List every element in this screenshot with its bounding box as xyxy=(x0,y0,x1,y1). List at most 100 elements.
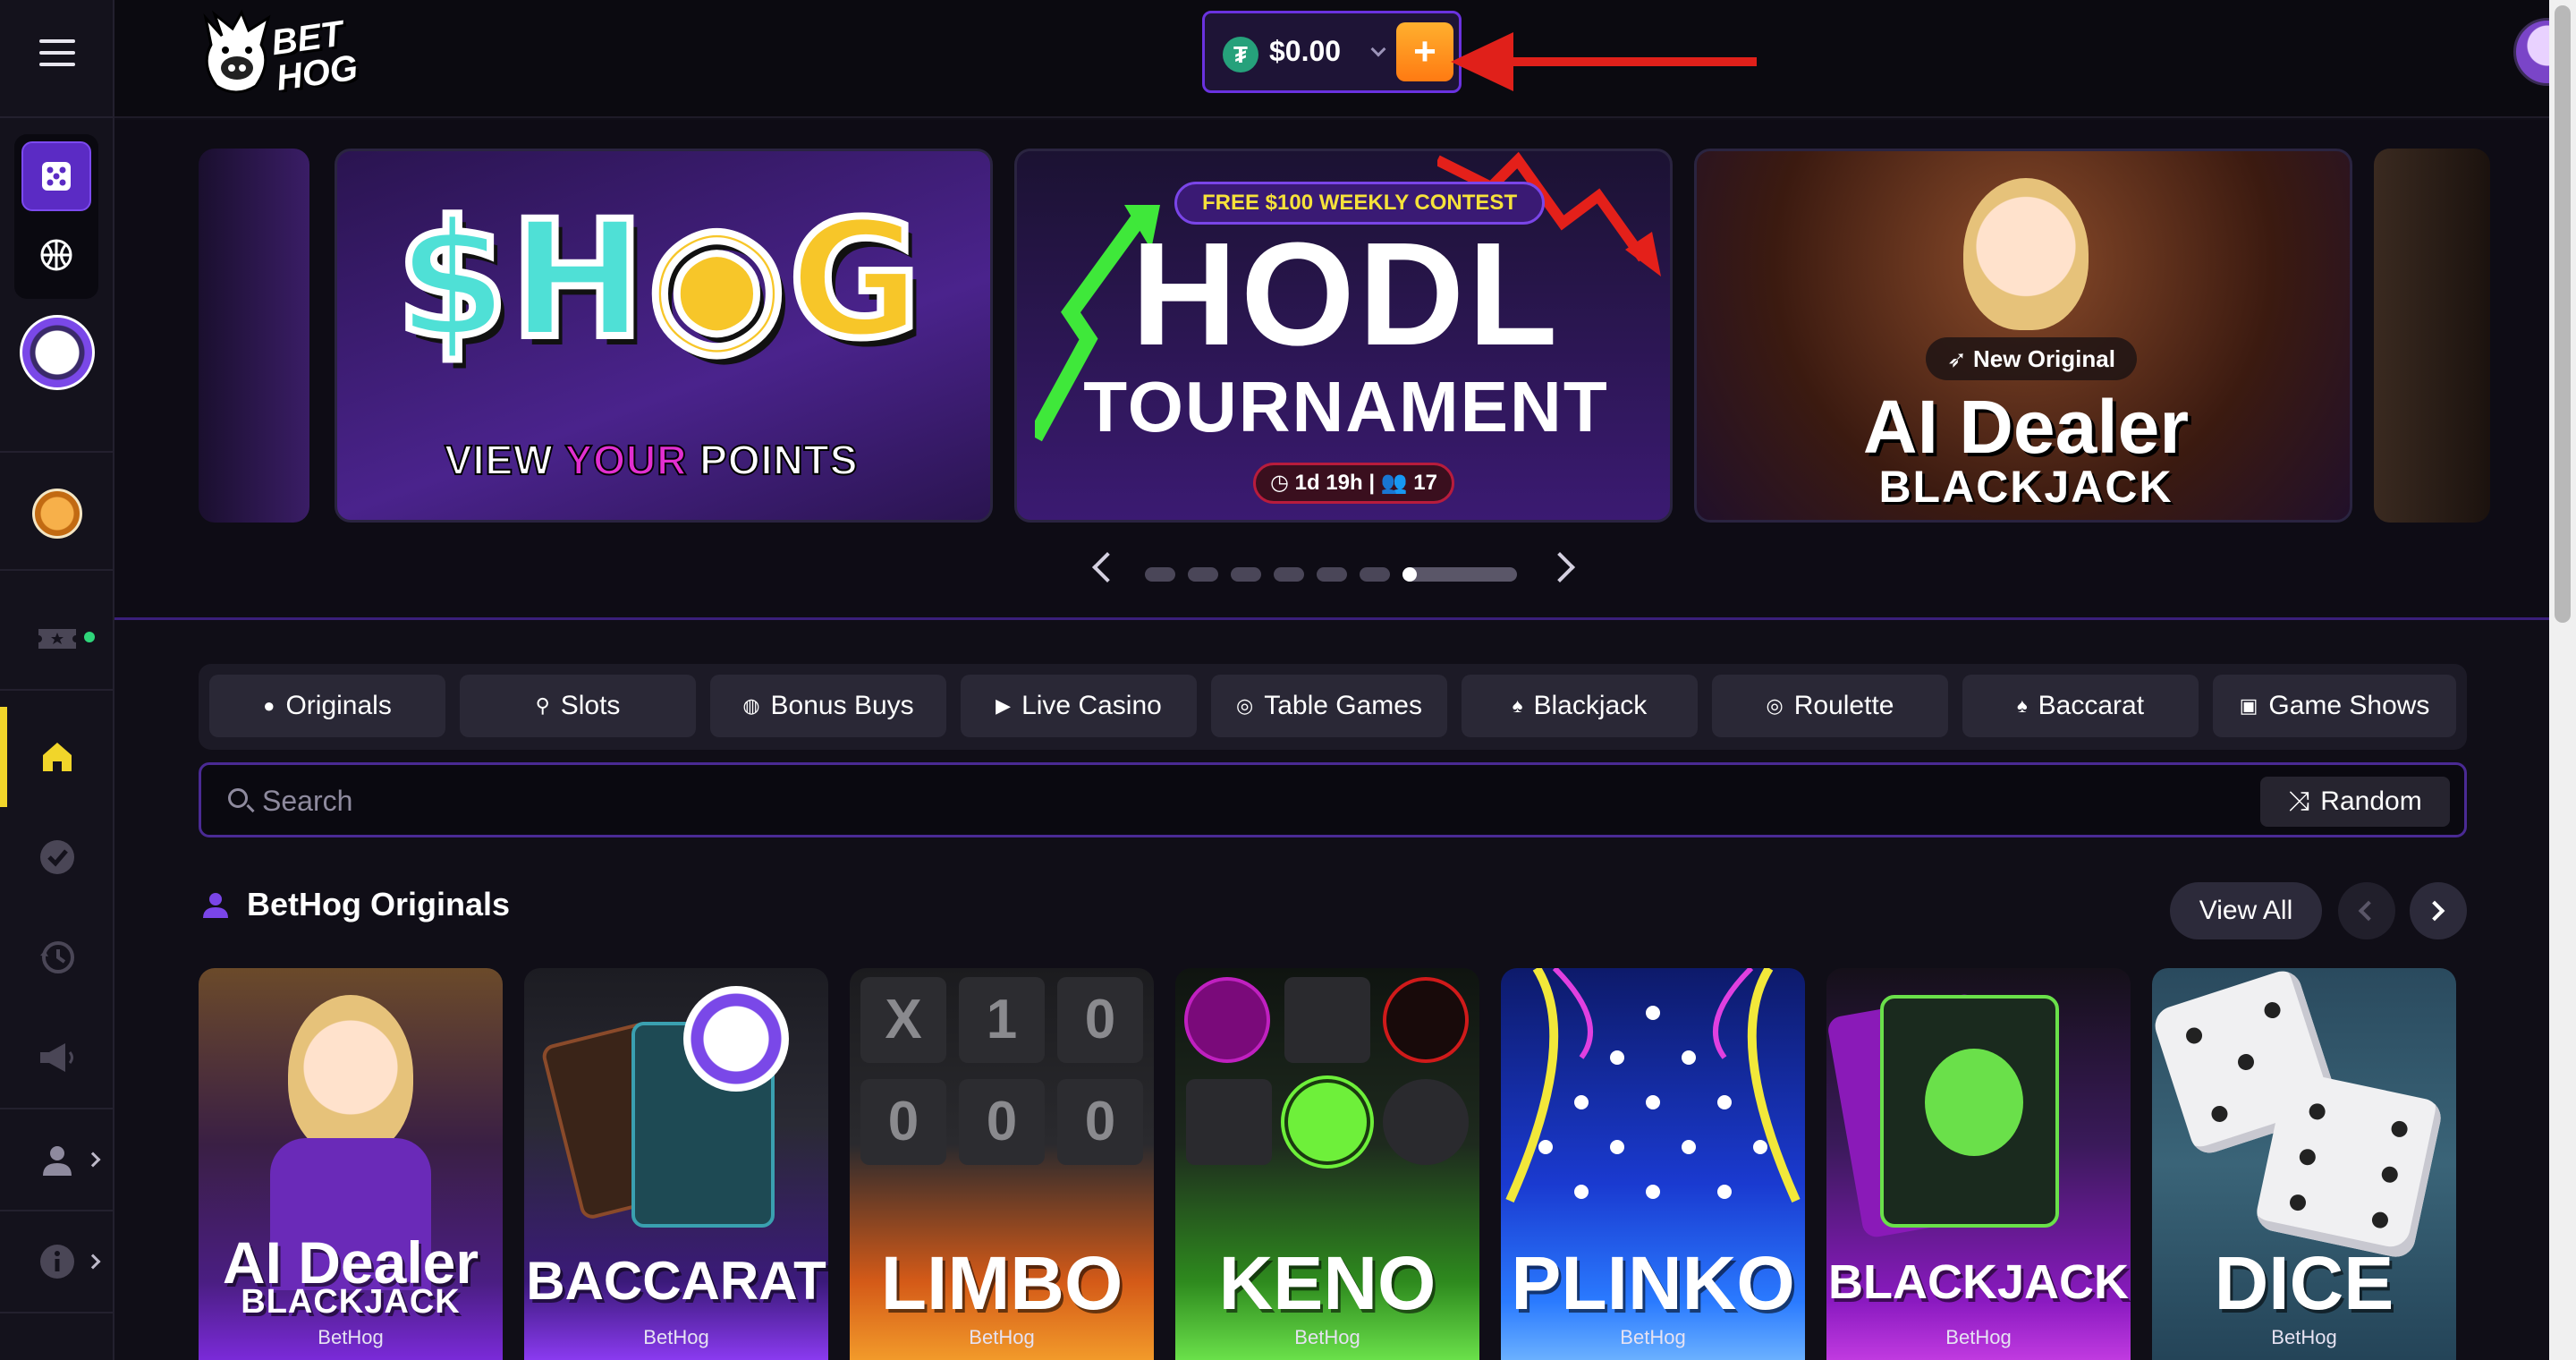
history-icon[interactable] xyxy=(34,934,80,981)
page-scrollbar[interactable] xyxy=(2549,0,2576,1360)
roulette-icon: ◎ xyxy=(1766,694,1784,717)
shuffle-icon: ⤨ xyxy=(2288,786,2310,816)
game-card-limbo[interactable]: X 1 0 0 0 0 LIMBO BetHog xyxy=(850,968,1154,1360)
banner-hodl-tournament[interactable]: FREE $100 WEEKLY CONTEST HODL TOURNAMENT… xyxy=(1014,149,1673,523)
tab-live-casino[interactable]: ▶ Live Casino xyxy=(961,675,1197,737)
game-provider: BetHog xyxy=(1620,1326,1686,1348)
scroll-prev-button[interactable] xyxy=(2338,882,2395,939)
game-provider: BetHog xyxy=(969,1326,1035,1348)
shog-title: $H◉G xyxy=(393,183,925,378)
casino-dice-icon[interactable] xyxy=(21,141,91,211)
tab-game-shows[interactable]: ▣ Game Shows xyxy=(2213,675,2456,737)
tab-bonus-buys[interactable]: ◍ Bonus Buys xyxy=(710,675,946,737)
blackjack-subtitle: BLACKJACK xyxy=(1878,462,2174,512)
coin-rewards-icon[interactable] xyxy=(32,489,82,539)
chevron-right-icon xyxy=(2424,900,2445,922)
random-button[interactable]: ⤨ Random xyxy=(2260,777,2450,827)
scrollbar-thumb[interactable] xyxy=(2555,5,2571,623)
search-input[interactable] xyxy=(262,778,2140,824)
promo-carousel: $H◉G VIEW YOUR POINTS FREE $100 WEEKLY C… xyxy=(114,120,2549,617)
divider xyxy=(0,1210,114,1211)
verified-badge-icon[interactable] xyxy=(34,834,80,880)
carousel-dot[interactable] xyxy=(1317,567,1347,582)
divider xyxy=(0,116,114,118)
game-card-keno[interactable]: KENO BetHog xyxy=(1175,968,1479,1360)
tab-slots[interactable]: ⚲ Slots xyxy=(460,675,696,737)
carousel-dot[interactable] xyxy=(1145,567,1175,582)
menu-icon[interactable] xyxy=(39,39,75,66)
view-all-button[interactable]: View All xyxy=(2170,882,2322,939)
players-count: 17 xyxy=(1413,471,1437,495)
limbo-tile: 0 xyxy=(1057,977,1143,1063)
view-your-points: VIEW YOUR POINTS xyxy=(444,436,859,484)
hog-points-chip-icon[interactable] xyxy=(20,315,95,390)
limbo-tile: 0 xyxy=(959,1079,1045,1165)
new-original-pill: ➶ New Original xyxy=(1926,337,2137,380)
game-subtitle: BLACKJACK xyxy=(241,1283,461,1321)
info-icon[interactable] xyxy=(34,1238,80,1285)
active-indicator xyxy=(0,707,7,807)
divider xyxy=(0,689,114,691)
ai-dealer-title: AI Dealer xyxy=(1862,385,2190,469)
game-provider: BetHog xyxy=(1945,1326,2012,1348)
banner-ai-dealer[interactable]: ➶ New Original AI Dealer BLACKJACK xyxy=(1694,149,2352,523)
game-provider: BetHog xyxy=(1294,1326,1360,1348)
die-illustration xyxy=(2253,1069,2445,1261)
banner-partial-right[interactable] xyxy=(2374,149,2490,523)
carousel-dot[interactable] xyxy=(1274,567,1304,582)
game-card-ai-dealer[interactable]: AI Dealer BLACKJACK BetHog xyxy=(199,968,503,1360)
game-provider: BetHog xyxy=(318,1326,384,1348)
banner-partial-left[interactable] xyxy=(199,149,309,523)
timer-text: 1d 19h xyxy=(1294,471,1363,495)
carousel-dot-active[interactable] xyxy=(1402,567,1517,582)
hog-illustration xyxy=(1925,1049,2023,1156)
tv-icon: ▣ xyxy=(2239,694,2258,717)
limbo-tile: 0 xyxy=(860,1079,946,1165)
tab-roulette[interactable]: ◎ Roulette xyxy=(1712,675,1948,737)
tab-blackjack[interactable]: ♠ Blackjack xyxy=(1462,675,1698,737)
game-title: KENO xyxy=(1218,1241,1436,1325)
game-card-plinko[interactable]: PLINKO BetHog xyxy=(1501,968,1805,1360)
pill-divider: | xyxy=(1368,471,1381,495)
banner-shog-points[interactable]: $H◉G VIEW YOUR POINTS xyxy=(335,149,993,523)
game-card-baccarat[interactable]: BACCARAT BetHog xyxy=(524,968,828,1360)
chevron-right-icon xyxy=(85,1254,101,1270)
divider xyxy=(0,451,114,453)
chevron-left-icon xyxy=(2358,900,2379,922)
chevron-right-icon xyxy=(85,1152,101,1168)
limbo-tile: 0 xyxy=(1057,1079,1143,1165)
chevron-down-icon[interactable] xyxy=(1370,41,1386,57)
megaphone-icon[interactable] xyxy=(34,1034,80,1081)
keno-tile xyxy=(1186,1079,1272,1165)
divider xyxy=(0,569,114,571)
game-title: PLINKO xyxy=(1511,1241,1795,1325)
deposit-button[interactable]: + xyxy=(1396,22,1453,81)
game-title: BACCARAT xyxy=(526,1251,826,1311)
joystick-icon: ⚲ xyxy=(535,694,550,717)
keno-tile xyxy=(1284,977,1370,1063)
dealer-illustration xyxy=(288,995,413,1156)
home-icon[interactable] xyxy=(34,734,80,780)
game-title: DICE xyxy=(2214,1241,2394,1325)
game-card-blackjack[interactable]: BLACKJACK BetHog xyxy=(1826,968,2131,1360)
keno-ball xyxy=(1184,977,1270,1063)
rocket-icon: ➶ xyxy=(1947,345,1967,372)
wallet-balance[interactable]: ₮ $0.00 + xyxy=(1202,11,1462,93)
user-icon[interactable] xyxy=(34,1136,80,1183)
tab-baccarat[interactable]: ♠ Baccarat xyxy=(1962,675,2199,737)
top-header: BET HOG ₮ $0.00 + xyxy=(114,0,2576,118)
sports-basketball-icon[interactable] xyxy=(21,220,91,290)
tab-table-games[interactable]: ◎ Table Games xyxy=(1211,675,1447,737)
tickets-icon[interactable] xyxy=(34,616,80,662)
chip-illustration xyxy=(683,986,789,1092)
carousel-dot[interactable] xyxy=(1360,567,1390,582)
carousel-dot[interactable] xyxy=(1231,567,1261,582)
category-switch xyxy=(14,134,98,299)
carousel-dot[interactable] xyxy=(1188,567,1218,582)
game-title: BLACKJACK xyxy=(1828,1255,2129,1309)
scroll-next-button[interactable] xyxy=(2410,882,2467,939)
game-card-dice[interactable]: DICE BetHog xyxy=(2152,968,2456,1360)
timer-pill: ◷ 1d 19h | 👥 17 xyxy=(1253,463,1454,504)
tab-originals[interactable]: ● Originals xyxy=(209,675,445,737)
game-title: LIMBO xyxy=(880,1241,1123,1325)
